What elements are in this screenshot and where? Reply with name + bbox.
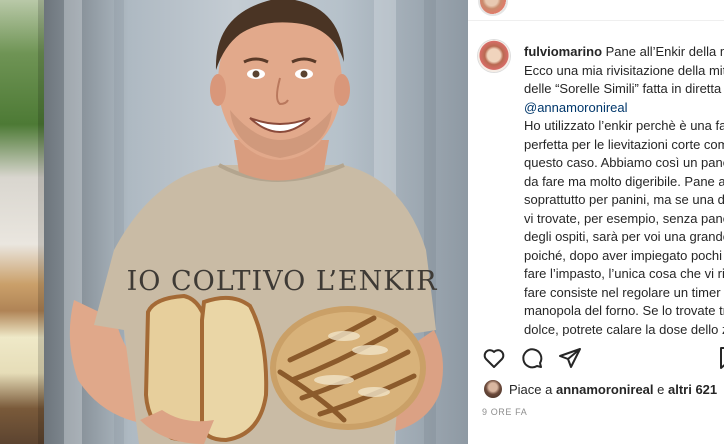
caption-intro: Ecco una mia rivisitazione della mitica … [524, 62, 724, 97]
post-details-panel: fulviomarino Pane all’Enkir della mezz’o… [468, 0, 724, 444]
shirt-text: IO COLTIVO L’ENKIR [127, 266, 438, 297]
post-actions-bar [468, 336, 724, 380]
likes-prefix: Piace a [509, 382, 556, 397]
story-avatar[interactable] [478, 0, 508, 16]
author-username[interactable]: fulviomarino [524, 44, 602, 59]
post-caption: fulviomarino Pane all’Enkir della mezz’o… [524, 43, 724, 339]
heart-icon[interactable] [482, 346, 506, 370]
header-divider [468, 20, 724, 21]
caption-body: Ho utilizzato l’enkir perchè è una farin… [524, 118, 724, 337]
likes-summary: Piace a annamoronireal e altri 621 [468, 380, 724, 402]
paper-plane-icon[interactable] [558, 346, 582, 370]
liker-avatar[interactable] [484, 380, 502, 398]
caption-mention-link[interactable]: @annamoronireal [524, 100, 628, 115]
post-photo-illustration: IO COLTIVO L’ENKIR [64, 0, 443, 444]
previous-post-image[interactable] [0, 0, 44, 444]
liker-username[interactable]: annamoronireal [556, 382, 654, 397]
bookmark-icon[interactable] [716, 346, 724, 370]
post-timestamp[interactable]: 9 ORE FA [482, 407, 527, 417]
author-avatar[interactable] [478, 40, 510, 72]
comment-icon[interactable] [520, 346, 544, 370]
likes-middle: e [653, 382, 668, 397]
likes-others-link[interactable]: altri 621 [668, 382, 717, 397]
caption-title: Pane all’Enkir della mezz’ora [605, 44, 724, 59]
post-photo[interactable]: IO COLTIVO L’ENKIR [44, 0, 468, 444]
